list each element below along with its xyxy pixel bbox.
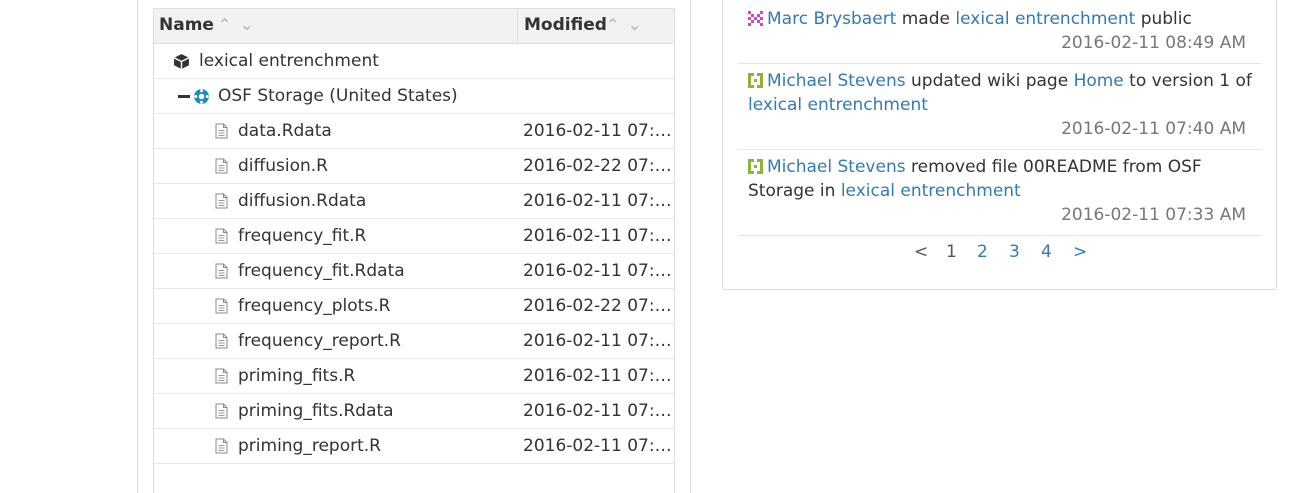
files-panel-right-divider	[690, 0, 691, 493]
file-icon	[215, 368, 228, 389]
log-date: 2016-02-11 07:33 AM	[1061, 205, 1246, 225]
file-icon	[215, 123, 228, 144]
file-name[interactable]: priming_fits.R	[238, 366, 355, 386]
file-name[interactable]: priming_fits.Rdata	[238, 401, 394, 421]
file-modified-date: 2016-02-11 07:04...	[523, 401, 674, 421]
log-wiki-link[interactable]: Home	[1074, 71, 1124, 91]
file-modified-date: 2016-02-11 07:04...	[523, 366, 674, 386]
file-row[interactable]: frequency_plots.R 2016-02-22 07:25...	[154, 289, 674, 324]
file-modified-date: 2016-02-22 07:25...	[523, 296, 674, 316]
file-icon	[215, 263, 228, 284]
log-project-link[interactable]: lexical entrenchment	[841, 181, 1021, 201]
log-action-text: updated wiki page	[911, 71, 1069, 91]
log-action-text: to version 1 of	[1129, 71, 1252, 91]
project-row[interactable]: lexical entrenchment	[154, 44, 674, 79]
collapse-toggle-icon[interactable]	[178, 95, 190, 98]
file-icon	[215, 298, 228, 319]
log-item: Marc Brysbaert made lexical entrenchment…	[738, 7, 1261, 64]
file-modified-date: 2016-02-11 07:03...	[523, 191, 674, 211]
log-project-link[interactable]: lexical entrenchment	[748, 95, 928, 115]
log-action-text: public	[1140, 9, 1192, 29]
log-user-link[interactable]: Michael Stevens	[767, 157, 906, 177]
file-name[interactable]: frequency_fit.Rdata	[238, 261, 405, 281]
column-modified-label: Modified	[524, 15, 607, 35]
file-row[interactable]: data.Rdata 2016-02-11 07:03...	[154, 114, 674, 149]
file-icon	[215, 193, 228, 214]
recent-activity-panel: Marc Brysbaert made lexical entrenchment…	[722, 0, 1277, 290]
file-name[interactable]: frequency_fit.R	[238, 226, 366, 246]
log-project-link[interactable]: lexical entrenchment	[955, 9, 1135, 29]
pagination-page-current: 1	[946, 242, 957, 262]
file-modified-date: 2016-02-11 07:04...	[523, 331, 674, 351]
file-icon	[215, 333, 228, 354]
files-grid-header: Name ⌃ ⌄ Modified ⌃ ⌄	[154, 9, 674, 44]
pagination-prev-button[interactable]: <	[914, 242, 928, 262]
pagination-page-button[interactable]: 3	[1009, 242, 1020, 262]
log-date: 2016-02-11 08:49 AM	[1061, 33, 1246, 53]
pagination-page-button[interactable]: 2	[977, 242, 988, 262]
file-modified-date: 2016-02-11 07:04...	[523, 436, 674, 456]
user-avatar-icon[interactable]	[748, 9, 763, 26]
file-name[interactable]: diffusion.R	[238, 156, 328, 176]
file-modified-date: 2016-02-11 07:04...	[523, 261, 674, 281]
file-icon	[215, 158, 228, 179]
sort-ascending-icon[interactable]: ⌃	[218, 15, 231, 34]
file-row[interactable]: frequency_fit.R 2016-02-11 07:03...	[154, 219, 674, 254]
file-modified-date: 2016-02-22 07:25...	[523, 156, 674, 176]
log-item: Michael Stevens removed file 00README fr…	[738, 155, 1261, 236]
file-row[interactable]: frequency_report.R 2016-02-11 07:04...	[154, 324, 674, 359]
file-name[interactable]: frequency_plots.R	[238, 296, 390, 316]
file-name[interactable]: data.Rdata	[238, 121, 332, 141]
file-icon	[215, 438, 228, 459]
sort-descending-icon[interactable]: ⌄	[628, 15, 641, 34]
file-row[interactable]: diffusion.R 2016-02-22 07:25...	[154, 149, 674, 184]
file-modified-date: 2016-02-11 07:03...	[523, 226, 674, 246]
file-row[interactable]: priming_report.R 2016-02-11 07:04...	[154, 429, 674, 464]
file-row[interactable]: priming_fits.R 2016-02-11 07:04...	[154, 359, 674, 394]
column-header-modified[interactable]: Modified ⌃ ⌄	[518, 9, 674, 43]
user-avatar-icon[interactable]	[748, 71, 763, 88]
file-name[interactable]: frequency_report.R	[238, 331, 401, 351]
file-name[interactable]: priming_report.R	[238, 436, 381, 456]
provider-name: OSF Storage (United States)	[218, 86, 458, 106]
log-user-link[interactable]: Marc Brysbaert	[767, 9, 896, 29]
log-date: 2016-02-11 07:40 AM	[1061, 119, 1246, 139]
column-header-name[interactable]: Name ⌃ ⌄	[154, 9, 518, 43]
sort-descending-icon[interactable]: ⌄	[240, 15, 253, 34]
file-icon	[215, 403, 228, 424]
project-cube-icon	[173, 53, 190, 75]
log-user-link[interactable]: Michael Stevens	[767, 71, 906, 91]
provider-row[interactable]: OSF Storage (United States)	[154, 79, 674, 114]
column-name-label: Name	[159, 15, 214, 35]
osf-storage-icon	[193, 88, 210, 110]
pagination-page-button[interactable]: 4	[1041, 242, 1052, 262]
file-name[interactable]: diffusion.Rdata	[238, 191, 366, 211]
sort-ascending-icon[interactable]: ⌃	[606, 15, 619, 34]
log-action-text: made	[901, 9, 950, 29]
files-grid: Name ⌃ ⌄ Modified ⌃ ⌄ lexical entrenchme…	[153, 8, 675, 493]
file-row[interactable]: frequency_fit.Rdata 2016-02-11 07:04...	[154, 254, 674, 289]
file-icon	[215, 228, 228, 249]
log-item: Michael Stevens updated wiki page Home t…	[738, 69, 1261, 150]
pagination-next-button[interactable]: >	[1073, 242, 1087, 262]
file-row[interactable]: priming_fits.Rdata 2016-02-11 07:04...	[154, 394, 674, 429]
content-left-divider	[137, 0, 138, 493]
user-avatar-icon[interactable]	[748, 157, 763, 174]
file-modified-date: 2016-02-11 07:03...	[523, 121, 674, 141]
log-action-text: in	[819, 181, 836, 201]
project-name: lexical entrenchment	[199, 51, 379, 71]
file-row[interactable]: diffusion.Rdata 2016-02-11 07:03...	[154, 184, 674, 219]
